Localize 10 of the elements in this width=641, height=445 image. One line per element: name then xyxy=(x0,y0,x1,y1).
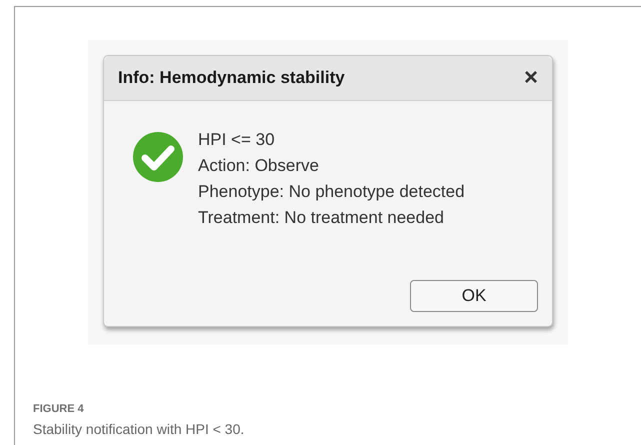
figure-label: FIGURE 4 xyxy=(33,403,85,415)
close-button[interactable]: × xyxy=(524,66,538,90)
dialog-title: Info: Hemodynamic stability xyxy=(118,68,345,88)
checkmark-icon xyxy=(132,131,184,183)
message-line: Action: Observe xyxy=(198,155,320,177)
message-line: HPI <= 30 xyxy=(198,129,276,151)
message-line: Treatment: No treatment needed xyxy=(198,207,446,229)
figure-caption: Stability notification with HPI < 30. xyxy=(33,421,246,437)
ok-button[interactable]: OK xyxy=(410,280,538,312)
message-line: Phenotype: No phenotype detected xyxy=(198,181,465,203)
